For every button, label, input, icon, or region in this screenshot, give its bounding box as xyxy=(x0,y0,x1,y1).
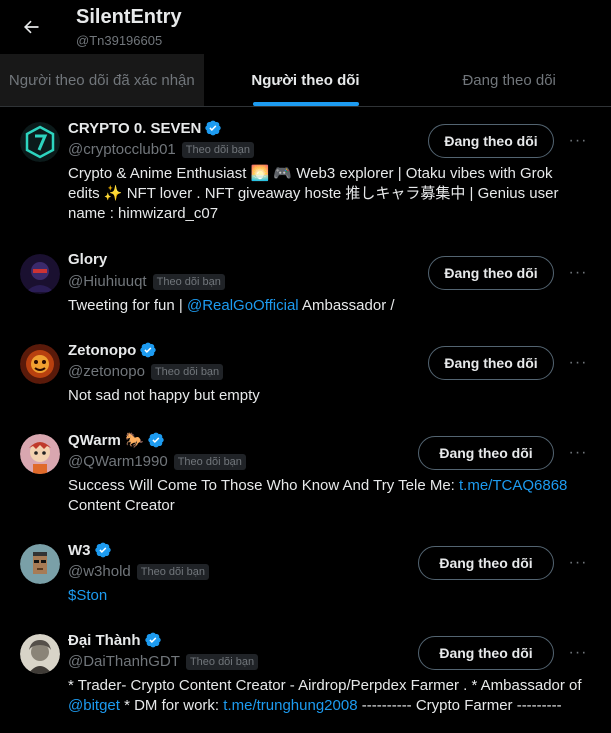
tab-followers[interactable]: Người theo dõi xyxy=(204,54,408,106)
more-options-icon[interactable]: ··· xyxy=(565,350,591,376)
profile-handle: @Tn39196605 xyxy=(76,33,163,48)
bio-text: * Trader- Crypto Content Creator - Airdr… xyxy=(68,677,582,694)
verified-badge-icon xyxy=(204,119,222,137)
more-options-icon[interactable]: ··· xyxy=(565,550,591,576)
user-row[interactable]: Glory @Hiuhiuuqt Theo dõi bạn Tweeting for … xyxy=(0,240,611,330)
user-display-name[interactable]: Glory xyxy=(68,251,107,268)
user-handle-line: @w3hold Theo dõi bạn xyxy=(68,563,209,580)
avatar[interactable] xyxy=(20,544,60,584)
user-handle[interactable]: @QWarm1990 xyxy=(68,453,168,470)
user-handle[interactable]: @cryptocclub01 xyxy=(68,141,176,158)
user-handle-line: @zetonopo Theo dõi bạn xyxy=(68,363,224,380)
tab-label: Đang theo dõi xyxy=(462,71,556,89)
page-header: SilentEntry @Tn39196605 xyxy=(0,0,611,54)
bio-text: Tweeting for fun | xyxy=(68,297,187,314)
user-handle-line: @cryptocclub01 Theo dõi bạn xyxy=(68,141,254,158)
bio-text: * DM for work: xyxy=(119,697,224,714)
avatar[interactable] xyxy=(20,434,60,474)
follows-you-badge: Theo dõi bạn xyxy=(136,563,209,580)
following-button[interactable]: Đang theo dõi xyxy=(428,124,554,158)
follows-you-badge: Theo dõi bạn xyxy=(150,363,224,380)
avatar[interactable] xyxy=(20,122,60,162)
bio-text: Ambassador / xyxy=(298,297,395,314)
follows-you-badge: Theo dõi bạn xyxy=(185,653,259,670)
bio-text: Not sad not happy but empty xyxy=(68,387,260,404)
user-row[interactable]: QWarm 🐎 @QWarm1990 Theo dõi bạn Success Wil… xyxy=(0,420,611,514)
user-bio: Crypto & Anime Enthusiast 🌅 🎮 Web3 explo… xyxy=(68,164,588,224)
avatar[interactable] xyxy=(20,634,60,674)
follows-you-badge: Theo dõi bạn xyxy=(181,141,254,158)
tab-verified-followers[interactable]: Người theo dõi đã xác nhận xyxy=(0,54,204,106)
user-bio: Tweeting for fun | @RealGoOfficial Ambas… xyxy=(68,296,588,316)
following-button[interactable]: Đang theo dõi xyxy=(418,436,554,470)
user-handle[interactable]: @zetonopo xyxy=(68,363,145,380)
follows-you-badge: Theo dõi bạn xyxy=(152,273,225,290)
user-name-line[interactable]: Glory xyxy=(68,251,107,268)
back-arrow-icon[interactable] xyxy=(14,10,48,44)
user-handle[interactable]: @DaiThanhGDT xyxy=(68,653,180,670)
bio-text: Content Creator xyxy=(68,497,175,514)
user-name-line[interactable]: W3 xyxy=(68,541,112,559)
bio-text: Crypto & Anime Enthusiast 🌅 🎮 Web3 explo… xyxy=(68,165,559,222)
user-display-name[interactable]: Zetonopo xyxy=(68,342,136,359)
tab-label: Người theo dõi xyxy=(251,71,360,89)
following-button[interactable]: Đang theo dõi xyxy=(418,636,554,670)
following-button[interactable]: Đang theo dõi xyxy=(428,256,554,290)
tab-label: Người theo dõi đã xác nhận xyxy=(8,71,195,89)
bio-link[interactable]: @RealGoOfficial xyxy=(187,297,299,314)
bio-text: Success Will Come To Those Who Know And … xyxy=(68,477,459,494)
user-display-name[interactable]: Đại Thành xyxy=(68,632,141,649)
avatar[interactable] xyxy=(20,344,60,384)
user-name-line[interactable]: Đại Thành xyxy=(68,631,162,649)
user-name-line[interactable]: QWarm 🐎 xyxy=(68,431,165,449)
tab-bar: Người theo dõi đã xác nhận Người theo dõ… xyxy=(0,54,611,107)
user-bio: Not sad not happy but empty xyxy=(68,386,588,406)
more-options-icon[interactable]: ··· xyxy=(565,440,591,466)
bio-link[interactable]: $Ston xyxy=(68,587,107,604)
verified-badge-icon xyxy=(94,541,112,559)
user-handle[interactable]: @Hiuhiuuqt xyxy=(68,273,147,290)
bio-text: ---------- Crypto Farmer --------- xyxy=(357,697,562,714)
user-row[interactable]: CRYPTO 0. SEVEN @cryptocclub01 Theo dõi bạ… xyxy=(0,108,611,222)
user-row[interactable]: Đại Thành @DaiThanhGDT Theo dõi bạn * Trade… xyxy=(0,620,611,714)
user-handle-line: @QWarm1990 Theo dõi bạn xyxy=(68,453,246,470)
avatar[interactable] xyxy=(20,254,60,294)
user-bio: * Trader- Crypto Content Creator - Airdr… xyxy=(68,676,588,716)
user-row[interactable]: Zetonopo @zetonopo Theo dõi bạn Not sad not… xyxy=(0,330,611,420)
following-button[interactable]: Đang theo dõi xyxy=(418,546,554,580)
tab-following[interactable]: Đang theo dõi xyxy=(407,54,611,106)
bio-link[interactable]: t.me/TCAQ6868 xyxy=(459,477,567,494)
more-options-icon[interactable]: ··· xyxy=(565,260,591,286)
bio-link[interactable]: t.me/trunghung2008 xyxy=(223,697,357,714)
verified-badge-icon xyxy=(147,431,165,449)
user-name-line[interactable]: Zetonopo xyxy=(68,341,157,359)
user-display-name[interactable]: QWarm 🐎 xyxy=(68,431,144,449)
user-bio: $Ston xyxy=(68,586,588,606)
bio-link[interactable]: @bitget xyxy=(68,697,120,714)
user-row[interactable]: W3 @w3hold Theo dõi bạn $Ston Đang theo dõi ·… xyxy=(0,530,611,620)
follows-you-badge: Theo dõi bạn xyxy=(173,453,246,470)
active-tab-indicator xyxy=(252,102,359,106)
user-handle-line: @DaiThanhGDT Theo dõi bạn xyxy=(68,653,259,670)
user-display-name[interactable]: W3 xyxy=(68,542,91,559)
user-handle-line: @Hiuhiuuqt Theo dõi bạn xyxy=(68,273,225,290)
more-options-icon[interactable]: ··· xyxy=(565,640,591,666)
user-handle[interactable]: @w3hold xyxy=(68,563,131,580)
profile-title: SilentEntry xyxy=(76,6,182,28)
verified-badge-icon xyxy=(144,631,162,649)
user-name-line[interactable]: CRYPTO 0. SEVEN xyxy=(68,119,222,137)
user-display-name[interactable]: CRYPTO 0. SEVEN xyxy=(68,120,201,137)
more-options-icon[interactable]: ··· xyxy=(565,128,591,154)
user-bio: Success Will Come To Those Who Know And … xyxy=(68,476,588,516)
verified-badge-icon xyxy=(139,341,157,359)
following-button[interactable]: Đang theo dõi xyxy=(428,346,554,380)
